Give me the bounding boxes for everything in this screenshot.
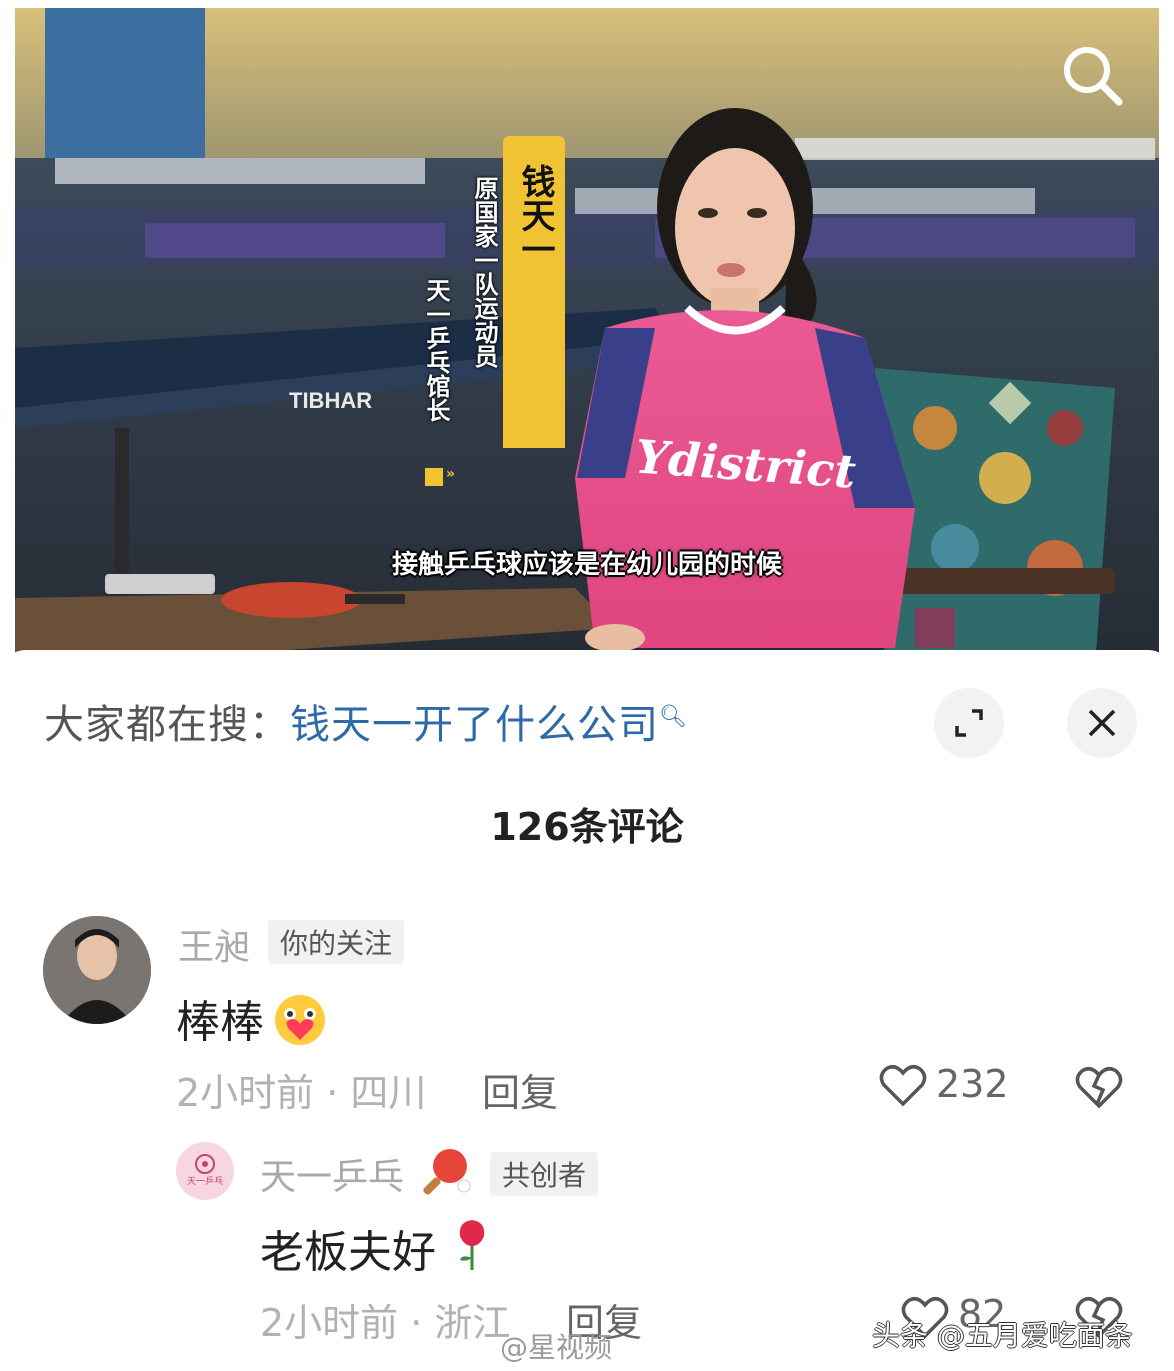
search-icon: 🔍︎ xyxy=(659,704,688,730)
search-button[interactable] xyxy=(1055,38,1135,118)
ping-pong-paddle-icon xyxy=(423,1149,471,1195)
co-creator-badge: 共创者 xyxy=(490,1152,599,1196)
avatar-logo-text: 天一乒乓 xyxy=(186,1177,223,1187)
comment-text: 老板夫好 xyxy=(260,1227,436,1278)
video-subtitle: 接触乒乓球应该是在幼儿园的时候 xyxy=(391,550,782,580)
like-count: 232 xyxy=(936,1062,1009,1106)
avatar[interactable]: 天一乒乓 xyxy=(176,1142,234,1200)
comments-count: 126条评论 xyxy=(490,805,684,849)
search-icon xyxy=(1064,47,1123,106)
heart-icon[interactable] xyxy=(878,1062,928,1108)
weibo-watermark: @星视频 xyxy=(500,1331,613,1364)
expand-button[interactable] xyxy=(934,688,1004,758)
ping-pong-logo-icon xyxy=(195,1154,215,1174)
reply-button[interactable]: 回复 xyxy=(482,1062,558,1117)
toutiao-watermark: 头条 @五月爱吃面条 xyxy=(872,1319,1133,1352)
comment-username[interactable]: 天一乒乓 xyxy=(260,1148,404,1200)
trending-query[interactable]: 钱天一开了什么公司 xyxy=(290,702,659,748)
trending-prefix: 大家都在搜： xyxy=(44,702,290,748)
follow-badge: 你的关注 xyxy=(268,920,405,964)
overlay-badge xyxy=(425,468,443,486)
trending-search[interactable]: 大家都在搜：钱天一开了什么公司🔍︎ xyxy=(44,692,688,750)
blush-heart-emoji xyxy=(275,995,325,1045)
overlay-arrows: » xyxy=(446,466,456,482)
close-button[interactable] xyxy=(1067,688,1137,758)
rose-emoji xyxy=(459,1220,485,1270)
overlay-title-1: 原国家一队运动员 xyxy=(470,176,498,368)
close-icon xyxy=(1088,709,1116,737)
comment-sheet: 大家都在搜：钱天一开了什么公司🔍︎ 126条评论 王昶 你的关注 棒棒 2小时前… xyxy=(0,650,1174,1371)
avatar[interactable] xyxy=(43,916,151,1024)
expand-icon xyxy=(955,709,983,737)
avatar-photo xyxy=(43,916,151,1024)
overlay-name: 钱天一 xyxy=(515,164,555,266)
comment-meta: 2小时前 · 四川 xyxy=(176,1071,427,1115)
comment-username[interactable]: 王昶 xyxy=(178,918,250,970)
broken-heart-icon[interactable] xyxy=(1074,1064,1124,1110)
video-player[interactable]: TIBHAR Ydistrict 钱天一 原国家一队运动员 天一乒乓馆长 » 接… xyxy=(15,8,1159,668)
overlay-title-2: 天一乒乓馆长 xyxy=(422,278,450,422)
comment-meta: 2小时前 · 浙江 xyxy=(260,1301,511,1345)
table-brand: TIBHAR xyxy=(289,388,372,413)
comment-text: 棒棒 xyxy=(176,997,264,1048)
